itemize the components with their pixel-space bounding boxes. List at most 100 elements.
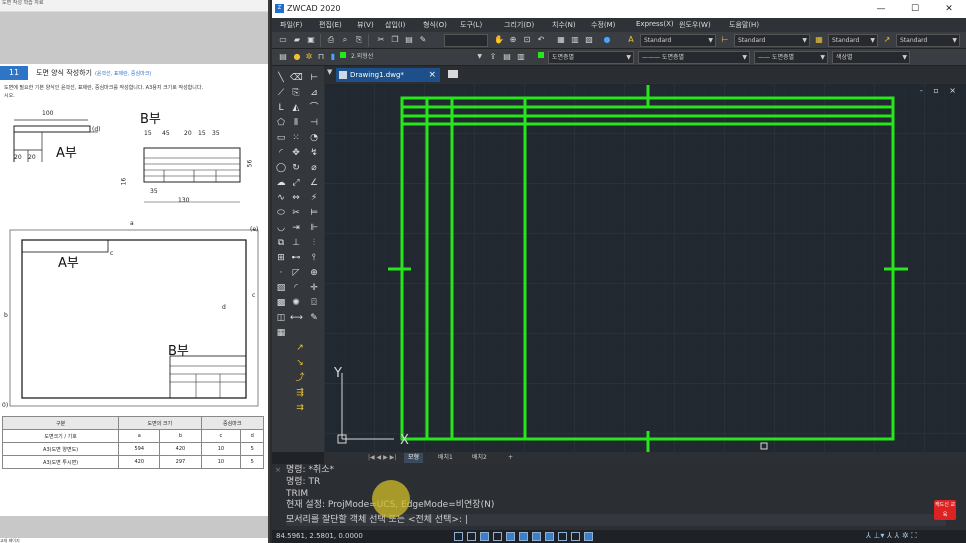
menu-window[interactable]: 윈도우(W) [679, 20, 711, 30]
polygon-icon[interactable]: ⬠ [275, 117, 287, 129]
dim-space-icon[interactable]: ⫶ [308, 237, 320, 249]
mleader-add-icon[interactable]: ⤴ [294, 372, 306, 384]
otrack-toggle-icon[interactable] [519, 532, 528, 541]
erase-icon[interactable]: ⌫ [290, 72, 303, 84]
arc-icon[interactable]: ◜ [275, 147, 287, 159]
selection-cycling-icon[interactable] [571, 532, 580, 541]
zoom-previous-icon[interactable]: ↶ [536, 35, 546, 45]
tolerance-icon[interactable]: ⊕ [308, 267, 320, 279]
cut-icon[interactable]: ✂ [376, 35, 386, 45]
scale-icon[interactable]: ⤢ [290, 177, 302, 189]
text-style-select[interactable]: Standard ▼ [640, 34, 716, 47]
maximize-button[interactable]: ☐ [898, 1, 932, 17]
dim-break-icon[interactable]: ⫯ [308, 252, 320, 264]
spline-icon[interactable]: ∿ [275, 192, 287, 204]
transparency-toggle-icon[interactable] [558, 532, 567, 541]
plot-preview-icon[interactable]: ⌕ [340, 35, 350, 45]
explode-icon[interactable]: ✺ [290, 297, 302, 309]
join-icon[interactable]: ⊷ [290, 252, 302, 264]
tool-palette-icon[interactable]: ▧ [584, 35, 594, 45]
polyline-icon[interactable]: ᒪ [275, 102, 287, 114]
inspect-icon[interactable]: ⌼ [308, 297, 320, 309]
menu-help[interactable]: 도움말(H) [729, 20, 759, 30]
command-close-icon[interactable]: × [275, 466, 281, 474]
menu-tools[interactable]: 도구(L) [460, 20, 482, 30]
layer-states-icon[interactable]: ▥ [516, 52, 526, 62]
dim-style-select[interactable]: Standard ▼ [734, 34, 810, 47]
design-center-icon[interactable]: ▥ [570, 35, 580, 45]
pan-icon[interactable]: ✋ [494, 35, 504, 45]
make-current-layer-icon[interactable]: ⇪ [488, 52, 498, 62]
layer-thaw-icon[interactable]: ✲ [304, 52, 314, 62]
polar-toggle-icon[interactable] [493, 532, 502, 541]
lineweight-select[interactable]: —— 도면층별 ▼ [754, 51, 828, 64]
tab-layout2[interactable]: 배치2 [468, 453, 491, 463]
array-icon[interactable]: ⁙ [290, 132, 302, 144]
close-button[interactable]: ✕ [932, 1, 966, 17]
layer-manager-icon[interactable]: ▤ [278, 52, 288, 62]
line-icon[interactable]: ╲ [275, 72, 287, 84]
dim-ordinate-icon[interactable]: ⊣ [308, 117, 320, 129]
dim-radius-icon[interactable]: ◔ [308, 132, 320, 144]
xline-icon[interactable]: ⟋ [275, 87, 287, 99]
linetype-select[interactable]: ——— 도면층별 ▼ [638, 51, 750, 64]
hatch-icon[interactable]: ▨ [275, 282, 287, 294]
color-select[interactable]: 도면층별 ▼ [548, 51, 634, 64]
extend-icon[interactable]: ⇥ [290, 222, 302, 234]
chamfer-icon[interactable]: ◸ [290, 267, 302, 279]
fillet-icon[interactable]: ◜ [290, 282, 302, 294]
drawing-canvas[interactable]: Y X [324, 83, 966, 452]
layer-lock-icon[interactable]: ⊓ [316, 52, 326, 62]
copy-object-icon[interactable]: ⎘ [290, 87, 302, 99]
open-folder-icon[interactable]: ▰ [292, 35, 302, 45]
gradient-icon[interactable]: ▩ [275, 297, 287, 309]
make-block-icon[interactable]: ⊞ [275, 252, 287, 264]
layer-plot-icon[interactable]: ▮ [328, 52, 338, 62]
center-mark-icon[interactable]: ✛ [308, 282, 320, 294]
menu-edit[interactable]: 편집(E) [319, 20, 342, 30]
layer-on-icon[interactable]: ● [292, 52, 302, 62]
properties-icon[interactable]: ▦ [556, 35, 566, 45]
layer-select[interactable]: 2.외형선 ▼ [348, 51, 484, 64]
dim-arc-icon[interactable]: ⌒ [308, 102, 320, 114]
dim-baseline-icon[interactable]: ⊨ [308, 207, 320, 219]
tab-drawing1[interactable]: Drawing1.dwg* × [336, 68, 440, 82]
stretch-icon[interactable]: ⇔ [290, 192, 302, 204]
publish-icon[interactable]: ⎘ [354, 35, 364, 45]
layer-previous-icon[interactable]: ▤ [502, 52, 512, 62]
zoom-window-icon[interactable]: ⊡ [522, 35, 532, 45]
rotate-icon[interactable]: ↻ [290, 162, 302, 174]
zoom-realtime-icon[interactable]: ⊕ [508, 35, 518, 45]
close-icon[interactable]: × [428, 68, 436, 82]
mleader-collect-icon[interactable]: ⇉ [294, 402, 306, 414]
plotstyle-select[interactable]: 색상별 ▼ [832, 51, 910, 64]
help-icon[interactable]: ● [602, 35, 612, 45]
point-icon[interactable]: · [275, 267, 287, 279]
menu-draw[interactable]: 그리기(D) [504, 20, 534, 30]
dim-diameter-icon[interactable]: ⌀ [308, 162, 320, 174]
lineweight-toggle-icon[interactable] [545, 532, 554, 541]
snap-toggle-icon[interactable] [467, 532, 476, 541]
tab-add-layout[interactable]: + [504, 453, 517, 463]
menu-express[interactable]: Express(X) [636, 20, 674, 28]
ellipse-icon[interactable]: ⬭ [275, 207, 287, 219]
new-file-icon[interactable]: ▭ [278, 35, 288, 45]
ortho-toggle-icon[interactable] [480, 532, 489, 541]
move-icon[interactable]: ✥ [290, 147, 302, 159]
menu-dimension[interactable]: 치수(N) [552, 20, 576, 30]
layout-nav[interactable]: |◀ ◀ ▶ ▶| [368, 454, 396, 461]
paste-icon[interactable]: ▤ [404, 35, 414, 45]
minimize-button[interactable]: — [864, 1, 898, 17]
menu-file[interactable]: 파일(F) [280, 20, 302, 30]
undo-redo-box[interactable] [444, 34, 488, 47]
table-style-select[interactable]: Standard ▼ [828, 34, 878, 47]
dim-linear-icon[interactable]: ⊢ [308, 72, 320, 84]
mleader-style-select[interactable]: Standard ▼ [896, 34, 960, 47]
trim-icon[interactable]: ✂ [290, 207, 302, 219]
dim-aligned-icon[interactable]: ⊿ [308, 87, 320, 99]
ellipse-arc-icon[interactable]: ◡ [275, 222, 287, 234]
dim-jogged-icon[interactable]: ↯ [308, 147, 320, 159]
menu-view[interactable]: 뷰(V) [357, 20, 374, 30]
dim-edit-icon[interactable]: ✎ [308, 312, 320, 324]
tab-menu-icon[interactable]: ▼ [327, 68, 332, 76]
